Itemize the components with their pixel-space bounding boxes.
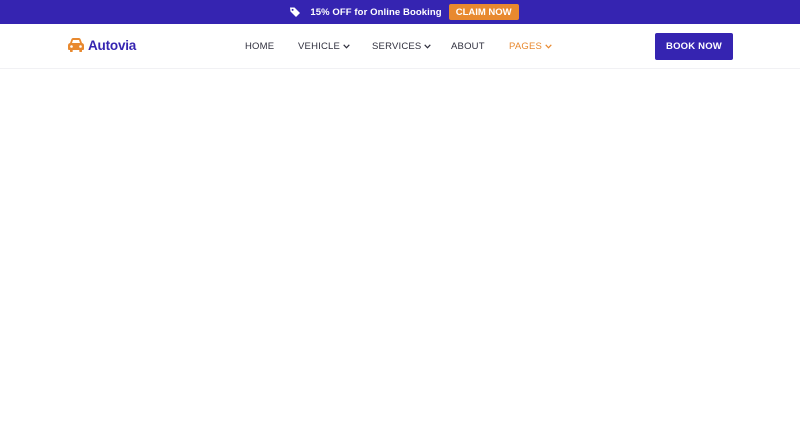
nav-item-label: ABOUT (451, 41, 485, 52)
nav-item-label: VEHICLE (298, 41, 341, 52)
promo-content: 15% OFF for Online Booking CLAIM NOW (289, 4, 519, 20)
nav-item-home[interactable]: HOME (245, 41, 274, 52)
promo-bar: 15% OFF for Online Booking CLAIM NOW (0, 0, 800, 24)
logo[interactable]: Autovia (67, 37, 136, 53)
promo-text: 15% OFF for Online Booking (310, 6, 442, 18)
tag-icon (289, 6, 301, 18)
brand-name: Autovia (88, 37, 137, 53)
car-icon (67, 37, 85, 53)
chevron-down-icon (343, 44, 350, 49)
site-header: Autovia HOME VEHICLE SERVICES ABOUT PAGE… (0, 24, 800, 69)
chevron-down-icon (545, 44, 552, 49)
nav-item-about[interactable]: ABOUT (451, 41, 485, 52)
nav-item-services[interactable]: SERVICES (372, 41, 432, 52)
nav-item-label: PAGES (509, 41, 543, 52)
nav-item-vehicle[interactable]: VEHICLE (298, 41, 350, 52)
nav-item-pages[interactable]: PAGES (509, 41, 552, 52)
nav-item-label: HOME (245, 41, 275, 52)
book-now-button[interactable]: BOOK NOW (655, 33, 733, 60)
claim-now-button[interactable]: CLAIM NOW (448, 4, 519, 20)
main-content (0, 69, 800, 429)
nav-item-label: SERVICES (372, 41, 422, 52)
chevron-down-icon (424, 44, 432, 49)
